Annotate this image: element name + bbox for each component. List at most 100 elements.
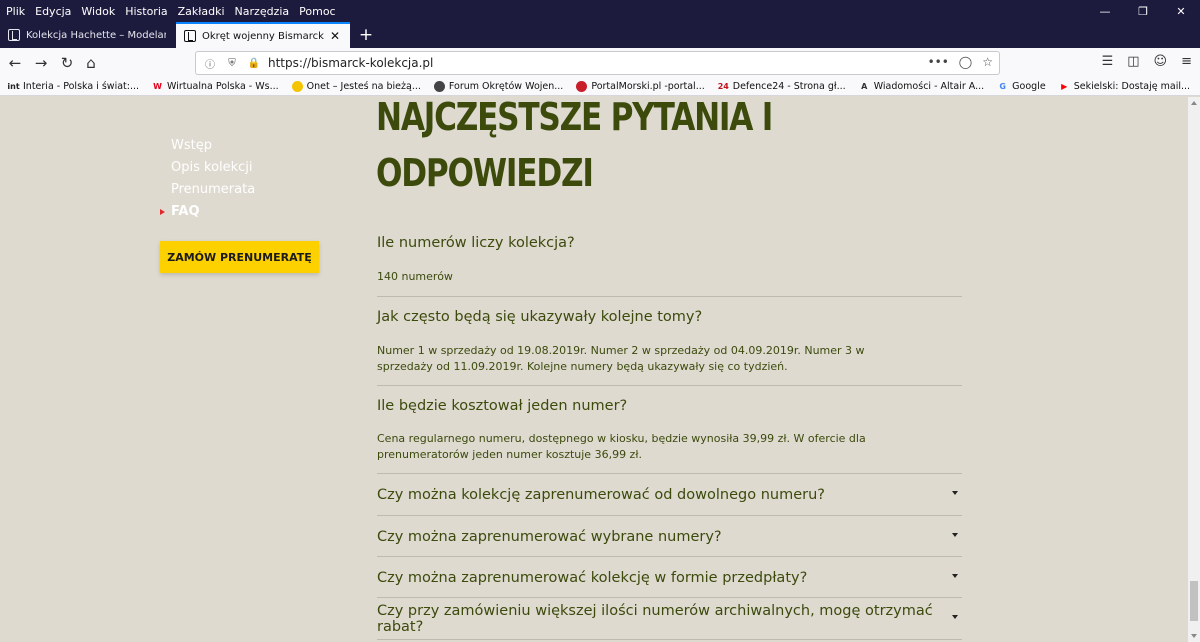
url-text[interactable]: https://bismarck-kolekcja.pl [268,56,433,70]
faq-question[interactable]: Jak często będą się ukazywały kolejne to… [377,309,702,325]
sidebar-item-opis-kolekcji[interactable]: Opis kolekcji [171,157,255,179]
bookmark-favicon-icon: G [999,82,1006,91]
bookmark-label: Sekielski: Dostaję mail... [1073,81,1191,92]
menu-narzedzia[interactable]: Narzędzia [230,5,295,18]
caret-down-icon[interactable] [952,533,958,537]
menu-edycja[interactable]: Edycja [30,5,76,18]
page-actions-icon[interactable]: ••• [928,55,949,69]
faq-item-collapsed[interactable]: Czy można zaprenumerować kolekcję w form… [377,557,962,598]
menu-plik[interactable]: Plik [0,5,30,18]
bookmark-label: Wiadomości - Altair A... [873,81,985,92]
page-scrollbar[interactable] [1188,97,1200,642]
toolbar-right: ☰ ◫ ☺ ≡ [1102,54,1192,69]
bookmark-item[interactable]: G Google [997,81,1046,92]
faq-answer: Numer 1 w sprzedaży od 19.08.2019r. Nume… [377,344,865,373]
nav-bar: ← → ↻ ⌂ ⓘ ⛨ 🔒 https://bismarck-kolekcja.… [0,48,1200,78]
sidebar-item-prenumerata[interactable]: Prenumerata [171,179,255,201]
faq-item-collapsed[interactable]: Czy przy zamówieniu większej ilości nume… [377,598,962,639]
tab-strip: Kolekcja Hachette – Modelarst Okręt woje… [0,22,1200,48]
faq-item-collapsed[interactable]: Czy można zaprenumerować wybrane numery? [377,516,962,557]
bookmark-favicon-icon: 24 [717,82,729,91]
tab-hachette[interactable]: Kolekcja Hachette – Modelarst [0,22,174,48]
library-icon[interactable]: ☰ [1102,54,1114,69]
faq-divider [377,639,962,640]
bookmark-favicon-icon: A [861,82,868,91]
home-icon[interactable]: ⌂ [80,52,102,74]
window-controls: — ❐ ✕ [1086,0,1200,22]
hamburger-menu-icon[interactable]: ≡ [1181,54,1192,69]
tab-bismarck[interactable]: Okręt wojenny Bismarck ✕ [176,22,350,48]
info-icon[interactable]: ⓘ [202,55,218,71]
bookmark-label: Google [1012,81,1046,92]
faq-question[interactable]: Ile będzie kosztował jeden numer? [377,398,627,414]
url-actions: ••• ◯ ☆ [928,55,993,69]
new-tab-plus-icon[interactable]: + [356,22,376,48]
page-title-line-1: NAJCZĘSTSZE PYTANIA I [376,97,773,139]
faq-item-collapsed[interactable]: Czy można kolekcję zaprenumerować od dow… [377,474,962,515]
faq-question[interactable]: Czy można kolekcję zaprenumerować od dow… [377,487,825,503]
sidebar-item-faq[interactable]: FAQ [159,201,255,223]
menu-zakladki[interactable]: Zakładki [173,5,230,18]
menu-historia[interactable]: Historia [120,5,172,18]
caret-down-icon[interactable] [952,491,958,495]
menu-bar: Plik Edycja Widok Historia Zakładki Narz… [0,0,1200,22]
forward-arrow-icon[interactable]: → [30,52,52,74]
caret-down-icon[interactable] [952,615,958,619]
url-bar[interactable]: ⓘ ⛨ 🔒 https://bismarck-kolekcja.pl ••• ◯… [195,51,1000,75]
tab-title: Okręt wojenny Bismarck [202,30,324,42]
sidebar-nav: Wstęp Opis kolekcji Prenumerata FAQ [159,135,255,223]
bookmark-favicon-icon: int [7,82,20,91]
bookmark-item[interactable]: ▶ Sekielski: Dostaję mail... [1059,81,1190,92]
page-content: Wstęp Opis kolekcji Prenumerata FAQ ZAMÓ… [0,97,1200,642]
bookmark-item[interactable]: 24 Defence24 - Strona gł... [718,81,846,92]
lock-icon[interactable]: 🔒 [246,55,262,71]
bookmark-label: Interia - Polska i świat:... [23,81,140,92]
faq-question[interactable]: Czy można zaprenumerować kolekcję w form… [377,570,807,586]
bookmark-item[interactable]: int Interia - Polska i świat:... [7,81,140,92]
bookmark-item[interactable]: PortalMorski.pl -portal... [576,81,705,92]
shield-icon[interactable]: ⛨ [224,55,240,71]
back-arrow-icon[interactable]: ← [4,52,26,74]
page-title: NAJCZĘSTSZE PYTANIA I ODPOWIEDZI [376,97,835,201]
bookmark-label: Onet – Jesteś na bieżą... [306,81,421,92]
page-title-line-2: ODPOWIEDZI [376,151,594,195]
bookmark-favicon-icon [433,81,445,92]
close-icon[interactable]: ✕ [1162,0,1200,22]
bookmark-star-icon[interactable]: ☆ [982,55,993,69]
faq-question[interactable]: Ile numerów liczy kolekcja? [377,235,575,251]
bookmark-label: PortalMorski.pl -portal... [591,81,705,92]
caret-down-icon[interactable] [952,574,958,578]
order-subscription-button[interactable]: ZAMÓW PRENUMERATĘ [160,241,319,273]
scroll-down-arrow-icon[interactable] [1191,634,1197,638]
sidebar-item-wstep[interactable]: Wstęp [171,135,255,157]
bookmark-favicon-icon [576,81,588,92]
bookmark-label: Forum Okrętów Wojen... [448,81,564,92]
faq-answer: Cena regularnego numeru, dostępnego w ki… [377,432,866,461]
menu-pomoc[interactable]: Pomoc [294,5,340,18]
tab-close-icon[interactable]: ✕ [328,29,342,43]
tab-title: Kolekcja Hachette – Modelarst [26,29,166,41]
hachette-favicon-icon [184,30,196,42]
faq-question[interactable]: Czy można zaprenumerować wybrane numery? [377,529,722,545]
account-icon[interactable]: ☺ [1154,54,1168,69]
minimize-icon[interactable]: — [1086,0,1124,22]
scroll-thumb[interactable] [1190,581,1198,621]
bookmark-favicon-icon: W [153,82,162,91]
reload-icon[interactable]: ↻ [56,52,78,74]
scroll-up-arrow-icon[interactable] [1191,101,1197,105]
menu-widok[interactable]: Widok [76,5,120,18]
faq-question[interactable]: Czy przy zamówieniu większej ilości nume… [377,603,962,635]
hachette-favicon-icon [8,29,20,41]
bookmark-item[interactable]: Onet – Jesteś na bieżą... [291,81,421,92]
pocket-icon[interactable]: ◯ [959,55,972,69]
sidebar-icon[interactable]: ◫ [1127,54,1139,69]
faq-answer: 140 numerów [377,270,453,283]
restore-icon[interactable]: ❐ [1124,0,1162,22]
bookmark-item[interactable]: A Wiadomości - Altair A... [859,81,984,92]
bookmark-label: Defence24 - Strona gł... [732,81,846,92]
bookmark-favicon-icon [291,81,303,92]
bookmark-favicon-icon: ▶ [1061,82,1068,91]
bookmark-item[interactable]: W Wirtualna Polska - Ws... [152,81,279,92]
bookmarks-bar: int Interia - Polska i świat:... W Wirtualn… [0,78,1200,96]
bookmark-item[interactable]: Forum Okrętów Wojen... [433,81,564,92]
